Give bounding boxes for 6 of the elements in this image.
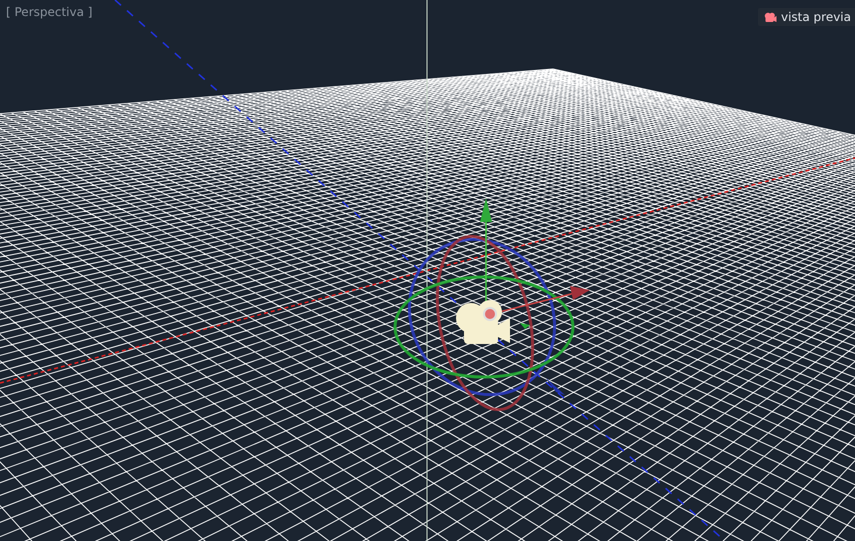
viewport-3d[interactable]: [ Perspectiva ] vista previa [0, 0, 855, 541]
viewport-label[interactable]: [ Perspectiva ] [6, 5, 92, 19]
camera-icon [764, 12, 777, 22]
transform-gizmo-drawing[interactable] [394, 198, 590, 412]
preview-button[interactable]: vista previa [758, 8, 855, 26]
camera-icon[interactable] [456, 300, 510, 344]
